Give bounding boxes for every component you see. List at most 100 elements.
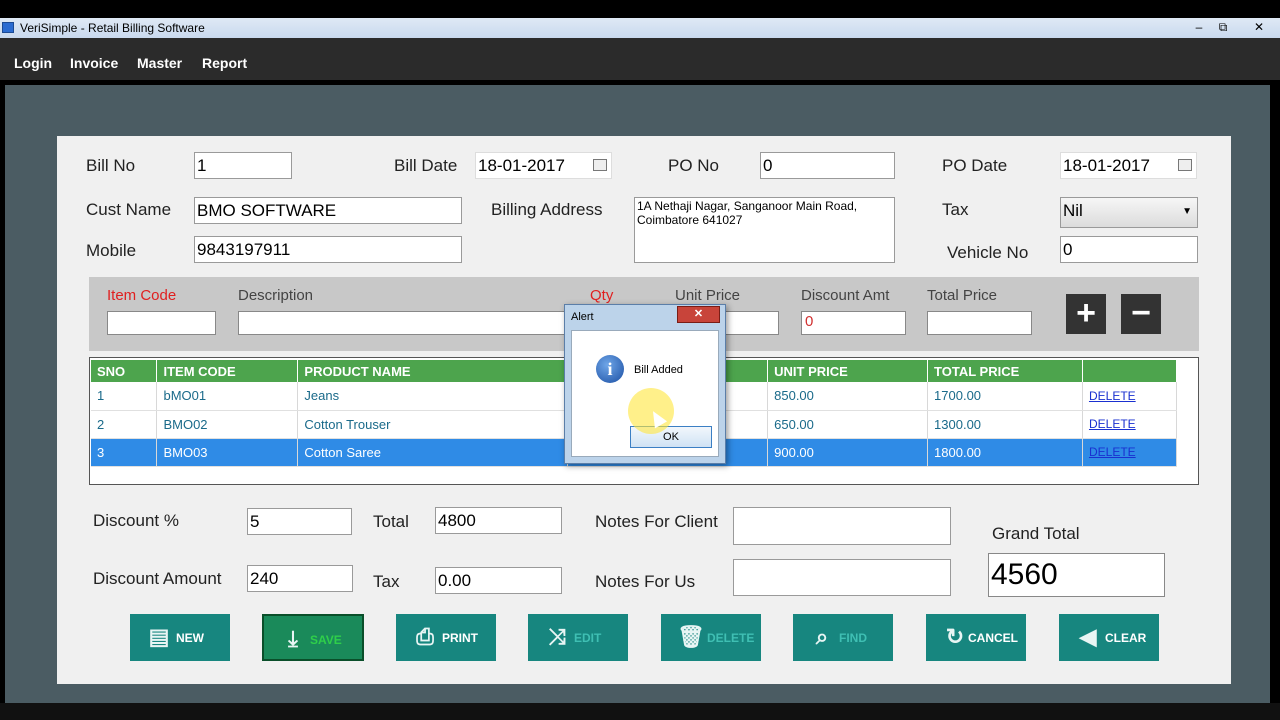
chevron-down-icon: ▼ bbox=[1182, 206, 1192, 217]
menu-report[interactable]: Report bbox=[202, 55, 247, 71]
cancel-button[interactable]: ↻ CANCEL bbox=[926, 614, 1026, 661]
bill-date-picker[interactable]: 18-01-2017 bbox=[475, 152, 612, 179]
remove-item-button[interactable]: − bbox=[1121, 294, 1161, 334]
notes-client-label: Notes For Client bbox=[595, 512, 718, 531]
tax-select[interactable]: Nil ▼ bbox=[1060, 197, 1198, 228]
col-product-name[interactable]: PRODUCT NAME bbox=[297, 360, 569, 382]
mobile-label: Mobile bbox=[86, 241, 137, 260]
new-button[interactable]: ▤ NEW bbox=[130, 614, 230, 661]
vehicle-no-label: Vehicle No bbox=[947, 243, 1029, 262]
new-button-label: NEW bbox=[176, 631, 204, 645]
notes-us-label: Notes For Us bbox=[595, 572, 696, 591]
cell-unit-price: 850.00 bbox=[767, 382, 929, 411]
cell-item-code: bMO01 bbox=[156, 382, 299, 411]
print-button-label: PRINT bbox=[442, 631, 478, 645]
description-input[interactable] bbox=[238, 311, 568, 335]
tax-label: Tax bbox=[942, 200, 969, 219]
window-titlebar: VeriSimple - Retail Billing Software ‒ ⧉… bbox=[0, 18, 1280, 38]
tax-select-value: Nil bbox=[1063, 201, 1083, 220]
add-item-button[interactable]: + bbox=[1066, 294, 1106, 334]
discount-pct-label: Discount % bbox=[93, 511, 179, 530]
trash-icon: 🗑 bbox=[677, 624, 705, 649]
menu-master[interactable]: Master bbox=[137, 55, 182, 71]
clear-button-label: CLEAR bbox=[1105, 631, 1147, 645]
document-icon: ▤ bbox=[148, 624, 170, 649]
mobile-input[interactable]: 9843197911 bbox=[194, 236, 462, 263]
grand-total-value: 4560 bbox=[988, 553, 1165, 597]
clear-button[interactable]: ◀ CLEAR bbox=[1059, 614, 1159, 661]
download-icon: ⤓ bbox=[288, 626, 298, 651]
col-total-price[interactable]: TOTAL PRICE bbox=[927, 360, 1083, 382]
cust-name-label: Cust Name bbox=[86, 200, 172, 219]
delete-button-label: DELETE bbox=[707, 631, 755, 645]
app-icon bbox=[2, 22, 14, 33]
row-delete-link[interactable]: DELETE bbox=[1082, 438, 1178, 467]
save-button-label: SAVE bbox=[310, 633, 342, 647]
window-title: VeriSimple - Retail Billing Software bbox=[20, 21, 205, 35]
cell-unit-price: 900.00 bbox=[767, 438, 929, 467]
notes-client-input[interactable] bbox=[733, 507, 951, 545]
cancel-button-label: CANCEL bbox=[968, 631, 1018, 645]
bill-no-input[interactable]: 1 bbox=[194, 152, 292, 179]
cell-sno: 2 bbox=[91, 410, 158, 439]
back-arrow-icon: ◀ bbox=[1079, 624, 1097, 649]
row-delete-link[interactable]: DELETE bbox=[1082, 382, 1178, 411]
row-delete-link[interactable]: DELETE bbox=[1082, 410, 1178, 439]
bill-date-value: 18-01-2017 bbox=[478, 156, 565, 175]
po-no-input[interactable]: 0 bbox=[760, 152, 895, 179]
po-no-label: PO No bbox=[668, 156, 720, 175]
cell-unit-price: 650.00 bbox=[767, 410, 929, 439]
notes-us-input[interactable] bbox=[733, 559, 951, 596]
menu-login[interactable]: Login bbox=[14, 55, 52, 71]
close-window-button[interactable]: ✕ bbox=[1246, 19, 1272, 36]
total-price-input[interactable] bbox=[927, 311, 1032, 335]
cell-total-price: 1700.00 bbox=[927, 382, 1083, 411]
close-icon[interactable]: ✕ bbox=[677, 306, 720, 323]
menu-invoice[interactable]: Invoice bbox=[70, 55, 118, 71]
po-date-picker[interactable]: 18-01-2017 bbox=[1060, 152, 1197, 179]
save-button[interactable]: ⤓ SAVE bbox=[262, 614, 364, 661]
edit-button-label: EDIT bbox=[574, 631, 602, 645]
discount-amount-label: Discount Amount bbox=[93, 569, 222, 588]
discount-amt-label: Discount Amt bbox=[801, 287, 890, 304]
unit-price-label: Unit Price bbox=[675, 287, 741, 304]
alert-dialog-title: Alert bbox=[571, 311, 594, 323]
calendar-icon[interactable] bbox=[593, 159, 607, 171]
menu-bar: Login Invoice Master Report bbox=[0, 38, 1280, 80]
total-label: Total bbox=[373, 512, 409, 531]
po-date-label: PO Date bbox=[942, 156, 1008, 175]
unit-price-input[interactable] bbox=[720, 311, 779, 335]
qty-label: Qty bbox=[590, 287, 614, 304]
printer-icon: ⎙ bbox=[416, 624, 434, 649]
cell-item-code: BMO03 bbox=[156, 438, 299, 467]
print-button[interactable]: ⎙ PRINT bbox=[396, 614, 496, 661]
maximize-button[interactable]: ⧉ bbox=[1210, 19, 1236, 36]
cust-name-input[interactable]: BMO SOFTWARE bbox=[194, 197, 462, 224]
billing-address-input[interactable]: 1A Nethaji Nagar, Sanganoor Main Road, C… bbox=[634, 197, 895, 263]
col-unit-price[interactable]: UNIT PRICE bbox=[767, 360, 929, 382]
info-icon: i bbox=[596, 355, 624, 383]
search-icon: ⌕ bbox=[815, 624, 829, 649]
minimize-button[interactable]: ‒ bbox=[1186, 19, 1212, 36]
item-code-input[interactable] bbox=[107, 311, 216, 335]
calendar-icon[interactable] bbox=[1178, 159, 1192, 171]
grand-total-label: Grand Total bbox=[992, 524, 1080, 543]
cell-product-name: Jeans bbox=[297, 382, 569, 411]
alert-dialog: Alert ✕ i Bill Added OK bbox=[564, 304, 726, 464]
discount-pct-input[interactable]: 5 bbox=[247, 508, 352, 535]
summary-tax-input[interactable]: 0.00 bbox=[435, 567, 562, 594]
description-label: Description bbox=[238, 287, 314, 304]
col-sno[interactable]: SNO bbox=[91, 360, 158, 382]
item-code-label: Item Code bbox=[107, 287, 177, 304]
total-input[interactable]: 4800 bbox=[435, 507, 562, 534]
vehicle-no-input[interactable]: 0 bbox=[1060, 236, 1198, 263]
col-action bbox=[1082, 360, 1178, 382]
discount-amount-input[interactable]: 240 bbox=[247, 565, 353, 592]
col-item-code[interactable]: ITEM CODE bbox=[156, 360, 299, 382]
edit-button[interactable]: ⤨ EDIT bbox=[528, 614, 628, 661]
find-button[interactable]: ⌕ FIND bbox=[793, 614, 893, 661]
cell-item-code: BMO02 bbox=[156, 410, 299, 439]
delete-button[interactable]: 🗑 DELETE bbox=[661, 614, 761, 661]
discount-amt-input[interactable]: 0 bbox=[801, 311, 906, 335]
cell-sno: 1 bbox=[91, 382, 158, 411]
